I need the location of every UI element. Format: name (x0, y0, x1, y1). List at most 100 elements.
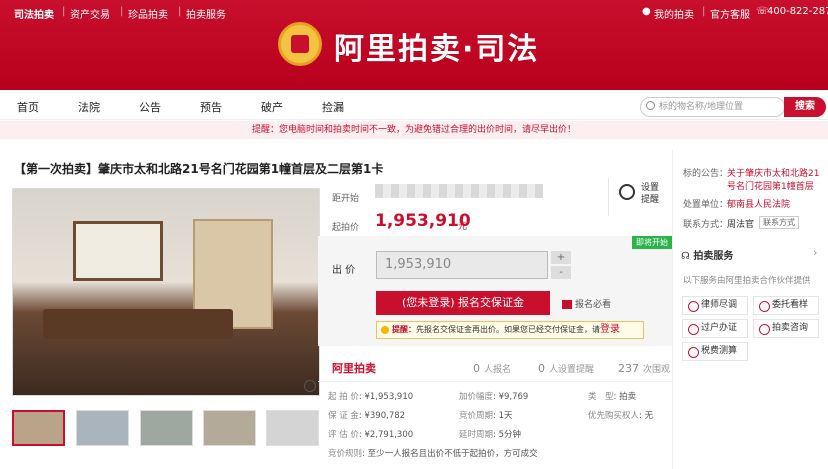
main-photo[interactable] (12, 188, 320, 396)
detail-value: 5分钟 (498, 430, 522, 440)
decrease-button[interactable]: - (551, 266, 571, 279)
search-input[interactable]: 标的物名称/地理位置 (640, 97, 785, 117)
increase-button[interactable]: + (551, 251, 571, 264)
phone-number: 400-822-2870 (767, 6, 828, 17)
user-icon: ● (642, 6, 651, 17)
signup-number: 0 (473, 362, 480, 375)
must-read-link[interactable]: 报名必看 (562, 297, 611, 310)
service-tax[interactable]: 税费测算 (682, 342, 748, 361)
login-link[interactable]: 登录 (600, 324, 620, 335)
top-link-judicial[interactable]: 司法拍卖 (14, 6, 54, 21)
must-read-label: 报名必看 (575, 300, 612, 310)
photo-painting (73, 221, 163, 281)
nav-notice[interactable]: 公告 (139, 99, 161, 115)
detail-value: 1天 (498, 411, 513, 421)
nav-bargain[interactable]: 捡漏 (322, 99, 344, 115)
search-button[interactable]: 搜索 (784, 97, 826, 117)
countdown-label: 距开始 (332, 194, 360, 204)
detail-key: 竞价周期 (459, 411, 494, 421)
my-auction-link[interactable]: 我的拍卖 (654, 6, 694, 21)
contact-key: 联系方式： (683, 220, 729, 230)
divider: | (178, 6, 182, 17)
detail-key: 竞价规则 (328, 449, 363, 459)
thumbnail[interactable] (76, 410, 129, 446)
detail-key: 加价幅度 (459, 392, 494, 402)
service-title-text: 拍卖服务 (693, 251, 734, 262)
start-price-label: 起拍价 (332, 223, 360, 233)
signup-label: 人报名 (484, 365, 512, 375)
divider: | (702, 6, 706, 17)
unit-key: 处置单位： (683, 200, 729, 210)
detail-value: ¥1,953,910 (364, 392, 414, 402)
detail-key: 延时周期 (459, 430, 494, 440)
bid-label: 出 价 (332, 265, 356, 276)
price-unit: 元 (458, 222, 468, 232)
notice-link-line2[interactable]: 号名门花园第1幢首层 (727, 179, 814, 192)
detail-value: ¥2,791,300 (364, 430, 414, 440)
stats-bar: 阿里拍卖 0 人报名 0 人设置提醒 237 次围观 (318, 354, 672, 382)
tip-text: 先报名交保证金再出价。如果您已经交付保证金，请 (416, 325, 600, 334)
notice-key: 标的公告： (683, 169, 729, 179)
chevron-right-icon[interactable]: › (813, 246, 817, 259)
logo[interactable]: 阿里拍卖·司法 (278, 22, 568, 72)
detail-evaluation: 评 估 价: ¥2,791,300 (328, 430, 414, 440)
header-banner: 司法拍卖 | 资产交易 | 珍品拍卖 | 拍卖服务 ● 我的拍卖 | 官方客服 … (0, 0, 828, 90)
item-title: 【第一次拍卖】肇庆市太和北路21号名门花园第1幢首层及二层第1卡 (14, 162, 384, 176)
thumbnail[interactable] (140, 410, 193, 446)
thumbnail[interactable] (203, 410, 256, 446)
detail-key: 评 估 价 (328, 430, 359, 440)
set-reminder[interactable]: 设置提醒 (608, 178, 670, 216)
detail-type: 类 型: 拍卖 (588, 392, 637, 402)
remind-number: 0 (538, 362, 545, 375)
detail-key: 优先购买权人 (588, 411, 640, 421)
service-subtitle: 以下服务由阿里拍卖合作伙伴提供 (683, 276, 811, 286)
detail-increment: 加价幅度: ¥9,769 (459, 392, 529, 402)
nav-preview[interactable]: 预告 (200, 99, 222, 115)
top-link-service[interactable]: 拍卖服务 (186, 6, 226, 21)
view-number: 237 (618, 362, 639, 375)
detail-value: 拍卖 (619, 392, 637, 402)
detail-key: 保 证 金 (328, 411, 359, 421)
time-warning: 提醒：您电脑时间和拍卖时间不一致，为避免错过合理的出价时间，请尽早出价！ (0, 121, 828, 139)
nav-bankruptcy[interactable]: 破产 (261, 99, 283, 115)
bid-input[interactable]: 1,953,910 (376, 251, 548, 279)
service-lawyer[interactable]: 律师尽调 (682, 296, 748, 315)
nav-court[interactable]: 法院 (78, 99, 100, 115)
zoom-icon[interactable] (304, 380, 316, 392)
thumbnail[interactable] (266, 410, 319, 446)
detail-value: ¥9,769 (498, 392, 529, 402)
service-consult[interactable]: 拍卖咨询 (753, 319, 819, 338)
contact-button[interactable]: 联系方式 (759, 216, 799, 229)
divider: | (120, 6, 124, 17)
nav-home[interactable]: 首页 (17, 99, 39, 115)
reminder-label: 设置提醒 (641, 183, 660, 205)
detail-key: 类 型 (588, 392, 614, 402)
thumbnail-strip (12, 410, 322, 448)
register-deposit-button[interactable]: (您未登录) 报名交保证金 (376, 291, 550, 315)
view-label: 次围观 (643, 365, 671, 375)
photo-desk (43, 309, 233, 339)
detail-value: 至少一人报名且出价不低于起拍价，方可成交 (367, 449, 538, 459)
service-viewing[interactable]: 委托看样 (753, 296, 819, 315)
remind-label: 人设置提醒 (549, 365, 595, 375)
remind-count: 0 人设置提醒 (538, 362, 594, 375)
detail-delay: 延时周期: 5分钟 (459, 430, 522, 440)
top-link-treasure[interactable]: 珍品拍卖 (128, 6, 168, 21)
search-icon (646, 101, 655, 110)
brand-title: 阿里拍卖·司法 (334, 32, 540, 67)
service-transfer[interactable]: 过户办证 (682, 319, 748, 338)
bulb-icon (381, 325, 389, 334)
tip-prefix: 提醒： (392, 325, 416, 334)
customer-service-link[interactable]: 官方客服 (710, 6, 750, 21)
view-count: 237 次围观 (618, 362, 670, 375)
contact-tag: 联系方式 (759, 216, 799, 229)
detail-value: ¥390,782 (364, 411, 406, 421)
clock-icon (619, 184, 635, 200)
court-emblem-icon (278, 22, 322, 66)
court-link[interactable]: 郁南县人民法院 (727, 197, 790, 210)
top-link-asset[interactable]: 资产交易 (70, 6, 110, 21)
detail-cycle: 竞价周期: 1天 (459, 411, 513, 421)
thumbnail[interactable] (12, 410, 65, 446)
notice-link[interactable]: 关于肇庆市太和北路21 (727, 166, 819, 179)
service-title: ☊ 拍卖服务 (681, 251, 734, 262)
